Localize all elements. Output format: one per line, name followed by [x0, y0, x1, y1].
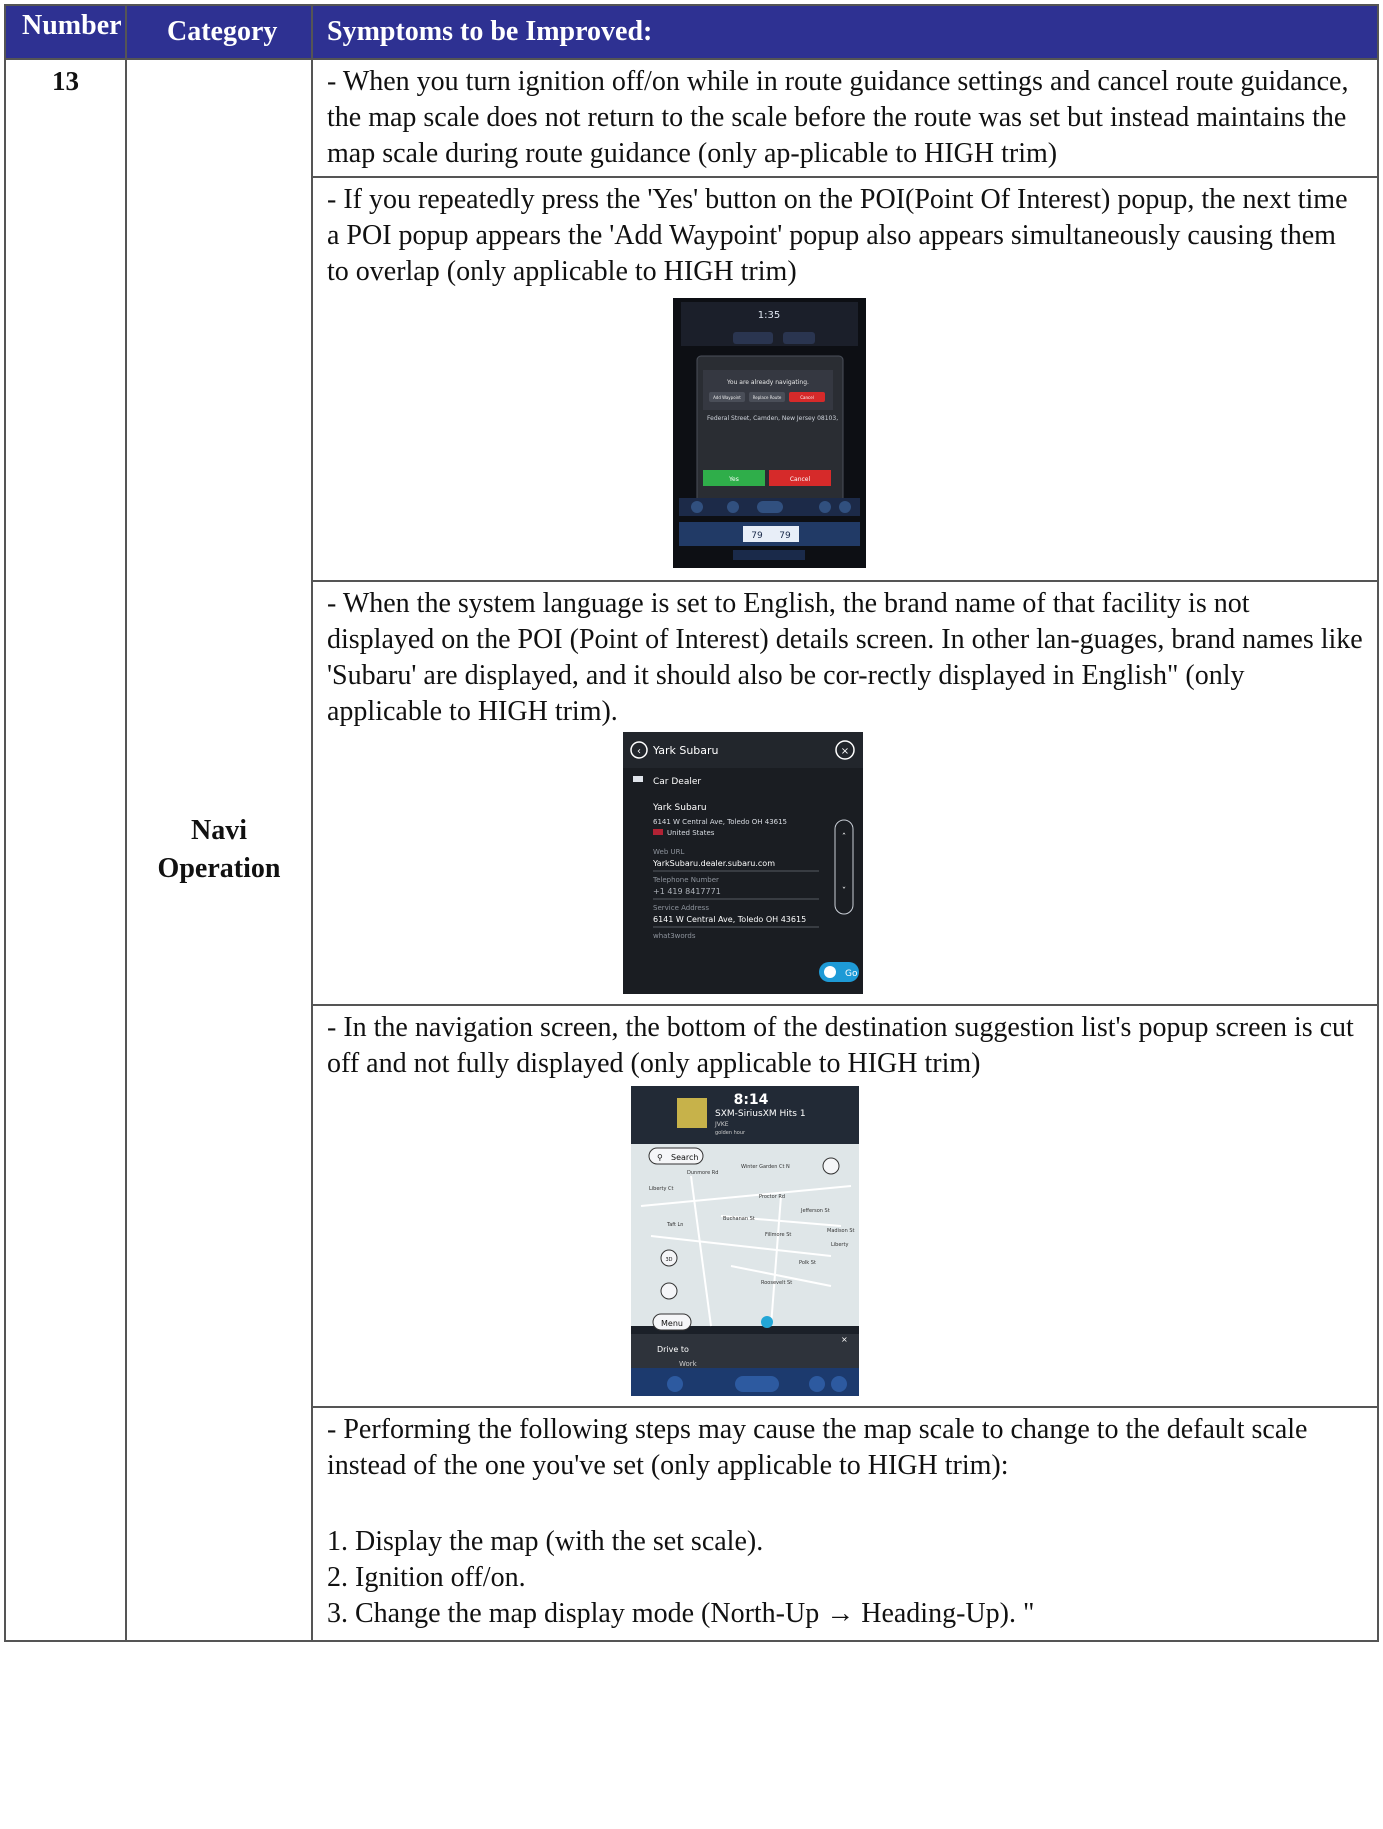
- replace-route-label: Replace Route: [753, 395, 782, 400]
- poi-popup-screenshot: 1:35 You are already navigating. Add Way…: [673, 298, 866, 568]
- shot1-address: Federal Street, Camden, New Jersey 08103…: [707, 415, 838, 422]
- search-icon: ⚲: [657, 1153, 663, 1162]
- street-label: Fillmore St: [765, 1232, 791, 1238]
- header-number: Number: [4, 4, 127, 60]
- shot2-category: Car Dealer: [653, 777, 701, 787]
- shot2-phone-label: Telephone Number: [652, 876, 719, 884]
- shot3-work[interactable]: Work: [679, 1360, 698, 1368]
- shot2-weburl-label: Web URL: [653, 848, 684, 856]
- shot2-phone[interactable]: +1 419 8417771: [653, 887, 721, 896]
- street-label: Liberty: [831, 1242, 848, 1248]
- street-label: Liberty Ct: [649, 1186, 673, 1192]
- volume-icon[interactable]: [660, 1282, 678, 1300]
- shot1-time: 1:35: [758, 310, 780, 321]
- category-line-2: Operation: [157, 853, 281, 884]
- symptom-text-1: - When you turn ignition off/on while in…: [327, 66, 1349, 169]
- scroll-down-icon[interactable]: ˇ: [842, 886, 847, 897]
- home-button[interactable]: [735, 1376, 779, 1392]
- destination-list-screenshot: 8:14 SXM-SiriusXM Hits 1 JVKE golden hou…: [631, 1086, 859, 1396]
- street-label: Winter Garden Ct N: [741, 1164, 790, 1170]
- symptom-cell-4: - In the navigation screen, the bottom o…: [311, 1004, 1379, 1408]
- shot1-popup-text: You are already navigating.: [726, 379, 809, 386]
- header-category: Category: [125, 4, 313, 60]
- shot3-time: 8:14: [734, 1092, 769, 1108]
- close-icon[interactable]: ×: [841, 1335, 848, 1344]
- phone-icon[interactable]: [809, 1376, 825, 1392]
- symptom-text-5: - Performing the following steps may cau…: [327, 1414, 1308, 1481]
- step-item: 2. Ignition off/on.: [327, 1562, 526, 1593]
- cancel-label: Cancel: [790, 476, 811, 483]
- expand-icon[interactable]: [822, 1157, 840, 1175]
- shot3-song: golden hour: [715, 1130, 746, 1136]
- cancel-top-label: Cancel: [800, 395, 814, 400]
- header-symptoms: Symptoms to be Improved:: [311, 4, 1379, 60]
- steering-icon: [824, 966, 836, 978]
- symptom-cell-2: - If you repeatedly press the 'Yes' butt…: [311, 176, 1379, 582]
- shot2-title: Yark Subaru: [652, 744, 719, 757]
- symptom-text-2: - If you repeatedly press the 'Yes' butt…: [327, 184, 1348, 287]
- user-icon[interactable]: [831, 1376, 847, 1392]
- street-label: Buchanan St: [723, 1216, 755, 1222]
- street-label: Madison St: [827, 1228, 855, 1234]
- street-label: Dunmore Rd: [687, 1170, 718, 1176]
- album-art: [677, 1098, 707, 1128]
- steps-list: 1. Display the map (with the set scale).…: [327, 1524, 1363, 1632]
- row-number: 13: [4, 58, 127, 1642]
- poi-details-screenshot: ‹ Yark Subaru × Car Dealer Yark Subaru 6…: [623, 732, 863, 994]
- close-glyph: ×: [841, 746, 849, 757]
- shot1-temp-left: 79: [751, 531, 763, 541]
- symptom-text-3: - When the system language is set to Eng…: [327, 588, 1363, 727]
- position-icon: [761, 1316, 773, 1328]
- shot2-country: United States: [667, 829, 715, 837]
- table-row: 13 Navi Operation - When you turn igniti…: [4, 58, 1379, 1642]
- shot1-temp-right: 79: [779, 531, 791, 541]
- shot3-drive-to: Drive to: [657, 1345, 689, 1354]
- 3d-label: 3D: [665, 1257, 672, 1263]
- shot3-artist: JVKE: [714, 1121, 729, 1128]
- symptom-cell-5: - Performing the following steps may cau…: [311, 1406, 1379, 1642]
- category-line-1: Navi: [191, 815, 247, 846]
- shot3-station: SXM-SiriusXM Hits 1: [715, 1109, 806, 1119]
- shot2-service: 6141 W Central Ave, Toledo OH 43615: [653, 915, 806, 924]
- symptom-cell-1: - When you turn ignition off/on while in…: [311, 58, 1379, 178]
- shot3-search[interactable]: Search: [671, 1153, 698, 1162]
- flag-icon: [653, 829, 663, 835]
- step-item: 3. Change the map display mode (North-Up…: [327, 1598, 1035, 1629]
- symptom-cell-3: - When the system language is set to Eng…: [311, 580, 1379, 1006]
- car-icon: [633, 776, 643, 782]
- shot2-weburl[interactable]: YarkSubaru.dealer.subaru.com: [652, 859, 775, 868]
- symptoms-table: Number Category Symptoms to be Improved:…: [4, 4, 1379, 1642]
- street-label: Jefferson St: [800, 1208, 830, 1214]
- go-label: Go: [845, 969, 858, 979]
- chevron-left-icon: ‹: [637, 746, 641, 757]
- step-item: 1. Display the map (with the set scale).: [327, 1526, 764, 1557]
- shot2-address: 6141 W Central Ave, Toledo OH 43615: [653, 818, 787, 826]
- scroll-up-icon[interactable]: ˆ: [842, 832, 847, 843]
- row-category: Navi Operation: [125, 58, 313, 1642]
- street-label: Taft Ln: [666, 1222, 683, 1228]
- shot2-name: Yark Subaru: [652, 803, 707, 813]
- header-row: Number Category Symptoms to be Improved:: [4, 4, 1379, 60]
- shot3-menu: Menu: [661, 1319, 683, 1328]
- street-label: Roosevelt St: [761, 1280, 792, 1286]
- street-label: Proctor Rd: [759, 1194, 785, 1200]
- shot2-w3w-label: what3words: [653, 932, 696, 940]
- add-waypoint-label: Add Waypoint: [713, 395, 741, 400]
- yes-label: Yes: [728, 476, 739, 483]
- street-label: Polk St: [799, 1260, 816, 1266]
- shot2-service-label: Service Address: [653, 904, 709, 912]
- symptom-text-4: - In the navigation screen, the bottom o…: [327, 1012, 1354, 1079]
- auto-icon[interactable]: [667, 1376, 683, 1392]
